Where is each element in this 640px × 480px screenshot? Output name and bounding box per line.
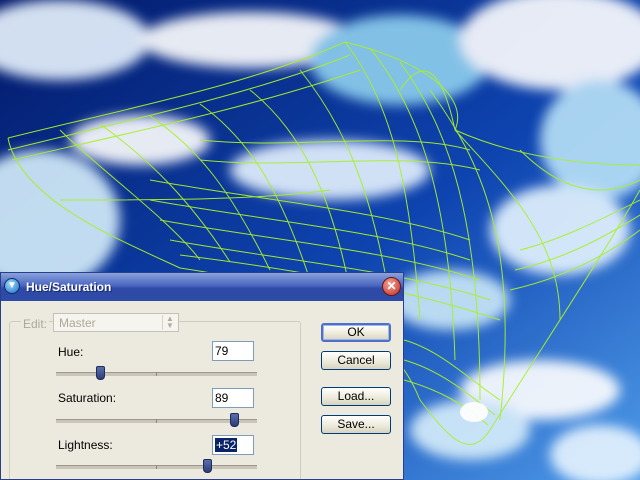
hue-input[interactable]: 79 bbox=[212, 341, 254, 361]
lightness-label: Lightness: bbox=[58, 438, 113, 452]
lightness-slider-thumb[interactable] bbox=[203, 459, 212, 473]
hue-slider-track[interactable] bbox=[56, 372, 257, 376]
ok-button[interactable]: OK bbox=[321, 323, 391, 342]
edit-select: Master ▲ ▼ bbox=[53, 313, 179, 332]
dialog-titlebar[interactable]: ▼ Hue/Saturation ✕ bbox=[1, 273, 403, 301]
hue-label: Hue: bbox=[58, 345, 84, 359]
adjustment-groupbox bbox=[9, 321, 301, 479]
updown-chevron-icon: ▲ ▼ bbox=[162, 315, 177, 330]
hue-slider-thumb[interactable] bbox=[96, 366, 105, 380]
saturation-label: Saturation: bbox=[58, 391, 117, 405]
close-icon[interactable]: ✕ bbox=[382, 277, 401, 296]
lightness-slider-center bbox=[156, 465, 157, 469]
saturation-input-value: 89 bbox=[215, 391, 229, 405]
save-button[interactable]: Save... bbox=[321, 415, 391, 434]
lightness-slider-track[interactable] bbox=[56, 465, 257, 469]
edit-select-value: Master bbox=[59, 316, 96, 330]
edit-label: Edit: bbox=[21, 317, 50, 331]
hue-saturation-dialog: ▼ Hue/Saturation ✕ Edit: Master ▲ ▼ Hue: … bbox=[0, 272, 404, 480]
hue-slider-center bbox=[156, 372, 157, 376]
adjust-icon[interactable]: ▼ bbox=[4, 278, 20, 294]
saturation-slider-thumb[interactable] bbox=[230, 413, 239, 427]
saturation-slider-center bbox=[156, 419, 157, 423]
lightness-input[interactable]: +52 bbox=[212, 435, 254, 455]
load-button[interactable]: Load... bbox=[321, 387, 391, 406]
saturation-input[interactable]: 89 bbox=[212, 388, 254, 408]
hue-input-value: 79 bbox=[215, 344, 229, 358]
cancel-button[interactable]: Cancel bbox=[321, 351, 391, 370]
lightness-input-value: +52 bbox=[215, 438, 238, 452]
dialog-body: Edit: Master ▲ ▼ Hue: 79 Saturation: 89 L… bbox=[1, 301, 403, 479]
saturation-slider-track[interactable] bbox=[56, 419, 257, 423]
dialog-title: Hue/Saturation bbox=[26, 280, 112, 294]
